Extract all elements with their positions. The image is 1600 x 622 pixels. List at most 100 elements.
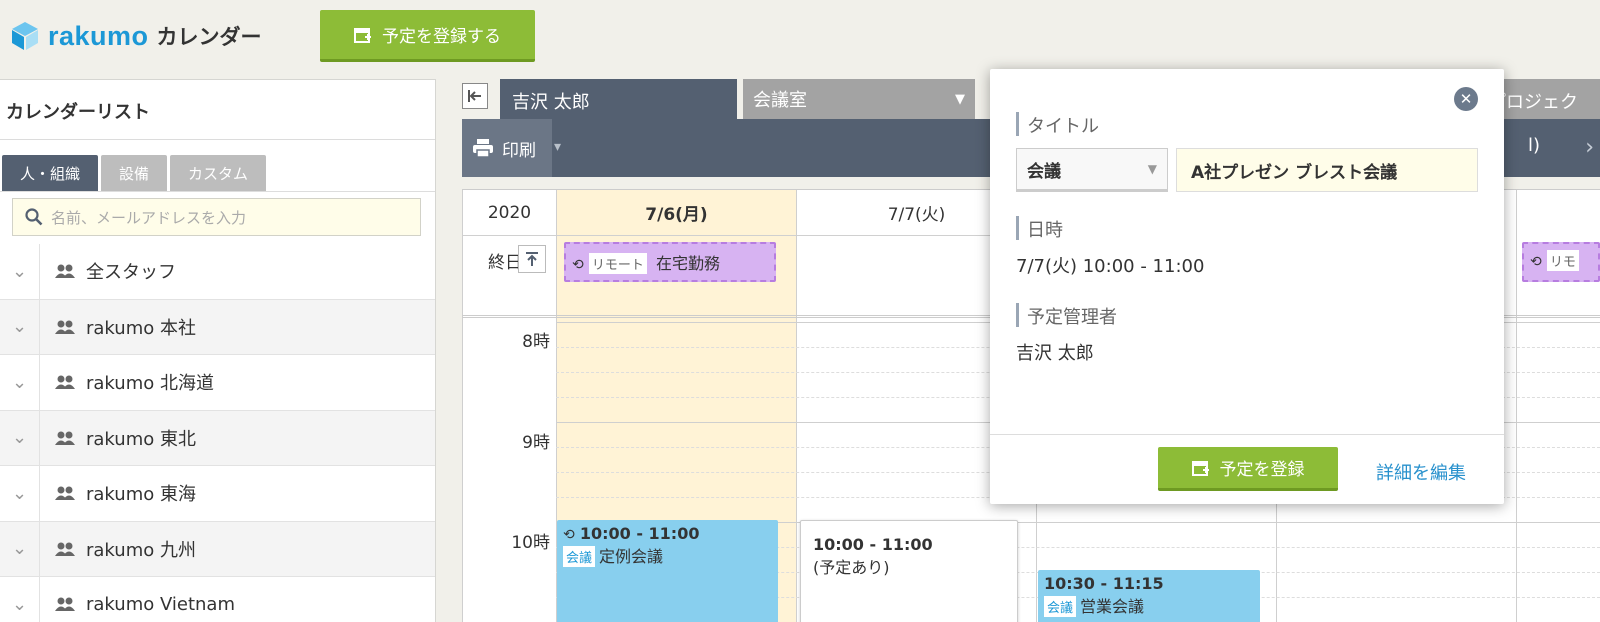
tab-meeting-room-label: 会議室 — [753, 90, 807, 111]
event-category-badge: 会議 — [563, 546, 596, 567]
cube-logo-icon — [12, 22, 38, 50]
event-title-input[interactable]: A社プレゼン ブレスト会議 — [1176, 148, 1478, 192]
chevron-down-icon[interactable]: ⌄ — [0, 355, 40, 410]
repeat-icon: ⟲ — [1530, 254, 1542, 270]
list-item-label: rakumo Vietnam — [86, 593, 236, 615]
edit-details-link[interactable]: 詳細を編集 — [1376, 459, 1466, 485]
caret-down-icon: ▼ — [1147, 162, 1157, 176]
popup-footer-divider — [990, 434, 1504, 435]
manager-label: 予定管理者 — [1016, 303, 1117, 328]
chevron-right-icon[interactable]: › — [1585, 135, 1594, 160]
tab-facilities[interactable]: 設備 — [101, 155, 168, 191]
app-logo[interactable]: rakumo カレンダー — [10, 18, 262, 54]
event-category-badge: リモ — [1546, 250, 1579, 271]
allday-event-remote-fragment[interactable]: ⟲ リモ — [1522, 242, 1600, 282]
arrow-left-bar-icon — [468, 90, 481, 102]
tab-meeting-room[interactable]: 会議室 ▼ — [743, 79, 975, 119]
datetime-label: 日時 — [1016, 216, 1063, 241]
day-header-mon[interactable]: 7/6(月) — [557, 190, 796, 236]
event-title: 定例会議 — [599, 547, 664, 566]
list-item[interactable]: ⌄ rakumo 本社 — [0, 299, 435, 355]
event-eigyokaigi[interactable]: 10:30 - 11:15 会議 営業会議 — [1038, 570, 1260, 622]
arrow-up-bar-icon — [526, 252, 538, 266]
list-item[interactable]: ⌄ 全スタッフ — [0, 244, 435, 300]
repeat-icon: ⟲ — [563, 527, 575, 543]
caret-down-icon[interactable]: ▼ — [955, 92, 965, 107]
hour-label: 8時 — [522, 332, 550, 352]
group-icon — [54, 541, 78, 557]
title-label: タイトル — [1016, 112, 1099, 137]
tab-people-org[interactable]: 人・組織 — [2, 155, 99, 191]
list-item-label: rakumo 本社 — [86, 317, 196, 339]
logo-wordmark: rakumo — [48, 20, 149, 51]
event-category-badge: リモート — [588, 253, 647, 274]
list-item[interactable]: ⌄ rakumo 東北 — [0, 410, 435, 466]
list-item[interactable]: ⌄ rakumo 東海 — [0, 466, 435, 522]
list-item-label: rakumo 九州 — [86, 539, 196, 561]
app-title: カレンダー — [156, 25, 262, 49]
manager-value: 吉沢 太郎 — [1016, 343, 1094, 364]
allday-event-remote[interactable]: ⟲ リモート 在宅勤務 — [564, 242, 776, 282]
calendar-list-panel: カレンダーリスト 人・組織 設備 カスタム 名前、メールアドレスを入力 ⌄ 全スタ… — [0, 79, 436, 622]
list-item-label: rakumo 北海道 — [86, 373, 214, 395]
print-dropdown-caret-icon[interactable]: ▾ — [554, 139, 561, 155]
print-button[interactable]: 印刷 — [462, 119, 552, 177]
event-category-badge: 会議 — [1044, 596, 1077, 617]
calendar-list-tabs: 人・組織 設備 カスタム — [0, 140, 435, 192]
search-input[interactable]: 名前、メールアドレスを入力 — [12, 198, 421, 236]
chevron-down-icon[interactable]: ⌄ — [0, 410, 40, 465]
event-time: 10:00 - 11:00 — [579, 524, 700, 543]
list-item-label: rakumo 東海 — [86, 484, 196, 506]
allday-label: 終日 — [488, 253, 522, 273]
group-icon — [54, 485, 78, 501]
list-item[interactable]: ⌄ rakumo 北海道 — [0, 355, 435, 411]
register-event-label: 予定を登録 — [1219, 460, 1305, 480]
event-quick-create-popup: ✕ タイトル 会議 ▼ A社プレゼン ブレスト会議 日時 7/7(火) 10:0… — [990, 69, 1504, 504]
register-event-button[interactable]: 予定を登録 — [1158, 447, 1338, 491]
expand-allday-button[interactable] — [518, 245, 546, 273]
tab-custom[interactable]: カスタム — [170, 155, 267, 191]
event-title: (予定あり) — [813, 558, 890, 577]
calendar-plus-icon — [1191, 460, 1209, 476]
group-icon — [54, 319, 78, 335]
chevron-down-icon[interactable]: ⌄ — [0, 521, 40, 576]
calendar-list-title: カレンダーリスト — [0, 80, 435, 140]
search-icon — [25, 208, 43, 226]
collapse-panel-button[interactable] — [462, 83, 488, 109]
chevron-down-icon[interactable]: ⌄ — [0, 577, 40, 622]
chevron-down-icon[interactable]: ⌄ — [0, 244, 40, 299]
add-event-button[interactable]: 予定を登録する — [320, 10, 535, 62]
event-title: 営業会議 — [1080, 597, 1145, 616]
toolbar-date-fragment: l) — [1527, 135, 1540, 156]
group-icon — [54, 596, 78, 612]
list-item-label: rakumo 東北 — [86, 428, 196, 450]
print-label: 印刷 — [502, 140, 536, 161]
hour-label: 9時 — [522, 433, 550, 453]
list-item-label: 全スタッフ — [86, 262, 176, 284]
calendar-group-list: ⌄ 全スタッフ ⌄ rakumo 本社 ⌄ rakumo 北海道 ⌄ rakumo 東北… — [0, 244, 435, 622]
close-icon[interactable]: ✕ — [1454, 87, 1478, 111]
calendar-plus-icon — [354, 27, 371, 43]
event-type-value: 会議 — [1027, 161, 1061, 182]
chevron-down-icon[interactable]: ⌄ — [0, 299, 40, 354]
tab-user[interactable]: 吉沢 太郎 — [500, 79, 737, 119]
event-teireikaigi[interactable]: ⟲ 10:00 - 11:00 会議 定例会議 — [557, 520, 778, 622]
search-placeholder: 名前、メールアドレスを入力 — [51, 208, 247, 227]
chevron-down-icon[interactable]: ⌄ — [0, 466, 40, 521]
add-event-label: 予定を登録する — [382, 27, 501, 47]
year-label: 2020 — [463, 190, 556, 236]
printer-icon — [473, 139, 493, 158]
list-item[interactable]: ⌄ rakumo Vietnam — [0, 577, 435, 622]
repeat-icon: ⟲ — [572, 257, 584, 273]
event-type-select[interactable]: 会議 ▼ — [1016, 148, 1168, 192]
hour-label: 10時 — [511, 533, 550, 553]
event-time: 10:30 - 11:15 — [1044, 574, 1164, 593]
group-icon — [54, 430, 78, 446]
event-time: 10:00 - 11:00 — [813, 535, 933, 554]
group-icon — [54, 263, 78, 279]
group-icon — [54, 374, 78, 390]
event-busy[interactable]: 10:00 - 11:00 (予定あり) — [800, 520, 1018, 622]
list-item[interactable]: ⌄ rakumo 九州 — [0, 521, 435, 577]
event-title: 在宅勤務 — [655, 254, 720, 273]
datetime-value: 7/7(火) 10:00 - 11:00 — [1016, 256, 1205, 277]
